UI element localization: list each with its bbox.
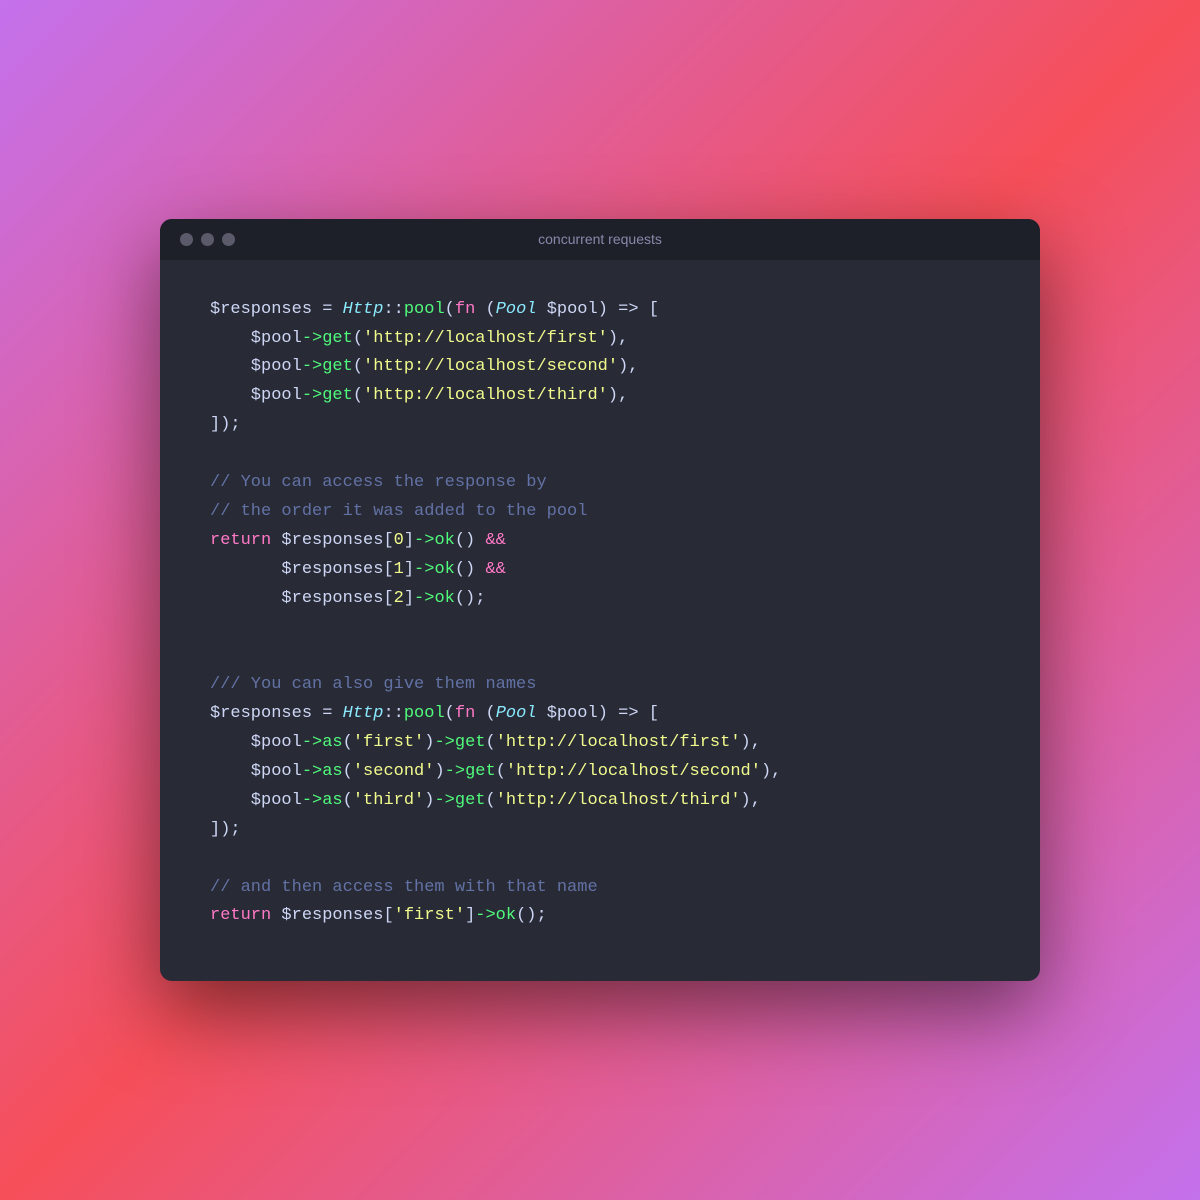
code-line: $responses[2]->ok(); xyxy=(210,585,990,614)
code-line: $pool->get('http://localhost/second'), xyxy=(210,353,990,382)
code-line: $pool->get('http://localhost/third'), xyxy=(210,382,990,411)
code-line: $pool->as('third')->get('http://localhos… xyxy=(210,787,990,816)
code-line: ]); xyxy=(210,816,990,845)
code-comment: // You can access the response by xyxy=(210,469,990,498)
code-line: $pool->get('http://localhost/first'), xyxy=(210,325,990,354)
code-line: $responses = Http::pool(fn (Pool $pool) … xyxy=(210,700,990,729)
window-title: concurrent requests xyxy=(538,231,662,247)
code-line: $pool->as('second')->get('http://localho… xyxy=(210,758,990,787)
code-comment: // the order it was added to the pool xyxy=(210,498,990,527)
code-comment: // and then access them with that name xyxy=(210,874,990,903)
traffic-lights xyxy=(180,233,235,246)
close-dot xyxy=(180,233,193,246)
blank-line xyxy=(210,642,990,671)
code-line: return $responses['first']->ok(); xyxy=(210,902,990,931)
code-body: $responses = Http::pool(fn (Pool $pool) … xyxy=(160,260,1040,982)
code-line: return $responses[0]->ok() && xyxy=(210,527,990,556)
blank-line xyxy=(210,614,990,643)
code-line: $responses[1]->ok() && xyxy=(210,556,990,585)
code-line: $pool->as('first')->get('http://localhos… xyxy=(210,729,990,758)
code-line: ]); xyxy=(210,411,990,440)
blank-line xyxy=(210,845,990,874)
titlebar: concurrent requests xyxy=(160,219,1040,260)
code-window: concurrent requests $responses = Http::p… xyxy=(160,219,1040,982)
blank-line xyxy=(210,440,990,469)
maximize-dot xyxy=(222,233,235,246)
code-comment: /// You can also give them names xyxy=(210,671,990,700)
code-line: $responses = Http::pool(fn (Pool $pool) … xyxy=(210,296,990,325)
minimize-dot xyxy=(201,233,214,246)
